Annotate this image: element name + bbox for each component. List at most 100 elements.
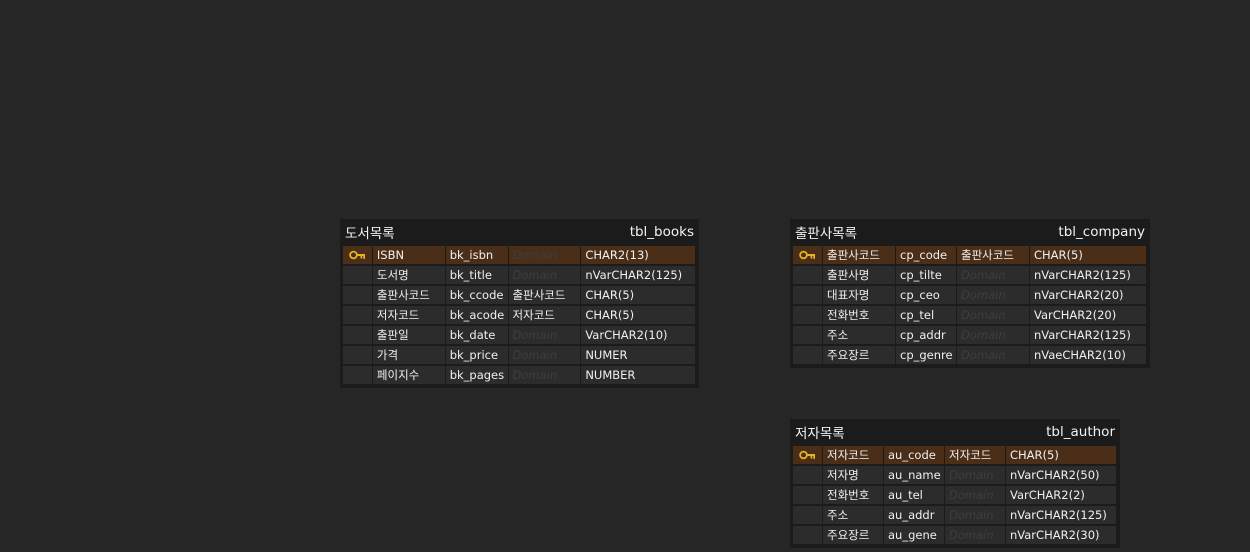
column-physical-name[interactable]: au_gene	[884, 526, 944, 544]
column-logical-name[interactable]: ISBN	[372, 246, 445, 264]
column-physical-name[interactable]: au_name	[884, 466, 944, 484]
column-row[interactable]: 저자코드 au_code 저자코드 CHAR(5)	[793, 445, 1117, 465]
column-domain[interactable]: 저자코드	[945, 446, 1005, 464]
column-data-type[interactable]: VarCHAR2(20)	[1030, 306, 1146, 324]
column-row[interactable]: 주소 au_addr Domain nVarCHAR2(125)	[793, 505, 1117, 525]
column-data-type[interactable]: NUMBER	[581, 366, 695, 384]
column-domain[interactable]: Domain	[945, 506, 1005, 524]
column-logical-name[interactable]: 저자명	[823, 466, 883, 484]
column-row[interactable]: 주요장르 au_gene Domain nVarCHAR2(30)	[793, 525, 1117, 545]
column-physical-name[interactable]: au_code	[884, 446, 944, 464]
column-data-type[interactable]: nVaeCHAR2(10)	[1030, 346, 1146, 364]
diagram-canvas[interactable]: 도서목록 tbl_books ISBN bk_isbn Domain CHAR2(13…	[0, 0, 1250, 552]
column-row[interactable]: 출판일 bk_date Domain VarCHAR2(10)	[343, 325, 696, 345]
column-physical-name[interactable]: cp_genre	[896, 346, 956, 364]
column-data-type[interactable]: NUMER	[581, 346, 695, 364]
column-physical-name[interactable]: bk_price	[445, 346, 508, 364]
column-physical-name[interactable]: cp_tilte	[896, 266, 956, 284]
column-domain[interactable]: Domain	[945, 526, 1005, 544]
column-row[interactable]: 출판사명 cp_tilte Domain nVarCHAR2(125)	[793, 265, 1147, 285]
column-physical-name[interactable]: cp_addr	[896, 326, 956, 344]
entity-logical-name: 도서목록	[345, 226, 395, 242]
column-domain[interactable]: Domain	[945, 486, 1005, 504]
column-domain[interactable]: Domain	[508, 366, 581, 384]
column-domain[interactable]: Domain	[957, 326, 1029, 344]
column-icon-cell	[343, 346, 372, 364]
column-data-type[interactable]: nVarCHAR2(125)	[581, 266, 695, 284]
column-domain[interactable]: Domain	[957, 346, 1029, 364]
column-data-type[interactable]: nVarCHAR2(125)	[1006, 506, 1116, 524]
column-physical-name[interactable]: bk_acode	[445, 306, 508, 324]
column-domain[interactable]: 출판사코드	[957, 246, 1029, 264]
column-data-type[interactable]: VarCHAR2(2)	[1006, 486, 1116, 504]
column-logical-name[interactable]: 출판사코드	[823, 246, 895, 264]
column-logical-name[interactable]: 저자코드	[823, 446, 883, 464]
column-domain[interactable]: Domain	[957, 266, 1029, 284]
column-logical-name[interactable]: 출판사코드	[372, 286, 445, 304]
entity-header[interactable]: 도서목록 tbl_books	[343, 219, 696, 245]
column-logical-name[interactable]: 전화번호	[823, 486, 883, 504]
column-physical-name[interactable]: cp_ceo	[896, 286, 956, 304]
column-row[interactable]: 전화번호 cp_tel Domain VarCHAR2(20)	[793, 305, 1147, 325]
column-data-type[interactable]: nVarCHAR2(20)	[1030, 286, 1146, 304]
column-logical-name[interactable]: 주소	[823, 326, 895, 344]
column-row[interactable]: 대표자명 cp_ceo Domain nVarCHAR2(20)	[793, 285, 1147, 305]
column-row[interactable]: 가격 bk_price Domain NUMER	[343, 345, 696, 365]
column-logical-name[interactable]: 전화번호	[823, 306, 895, 324]
column-logical-name[interactable]: 출판사명	[823, 266, 895, 284]
column-domain[interactable]: 저자코드	[508, 306, 581, 324]
column-icon-cell	[793, 526, 822, 544]
column-data-type[interactable]: CHAR(5)	[581, 306, 695, 324]
column-logical-name[interactable]: 페이지수	[372, 366, 445, 384]
column-row[interactable]: 주요장르 cp_genre Domain nVaeCHAR2(10)	[793, 345, 1147, 365]
column-logical-name[interactable]: 가격	[372, 346, 445, 364]
entity-header[interactable]: 출판사목록 tbl_company	[793, 219, 1147, 245]
column-row[interactable]: 도서명 bk_title Domain nVarCHAR2(125)	[343, 265, 696, 285]
column-data-type[interactable]: nVarCHAR2(50)	[1006, 466, 1116, 484]
column-physical-name[interactable]: bk_date	[445, 326, 508, 344]
column-domain[interactable]: Domain	[508, 266, 581, 284]
column-physical-name[interactable]: au_addr	[884, 506, 944, 524]
column-logical-name[interactable]: 주소	[823, 506, 883, 524]
column-physical-name[interactable]: bk_ccode	[445, 286, 508, 304]
column-data-type[interactable]: CHAR(5)	[581, 286, 695, 304]
column-data-type[interactable]: nVarCHAR2(125)	[1030, 266, 1146, 284]
column-logical-name[interactable]: 대표자명	[823, 286, 895, 304]
column-logical-name[interactable]: 저자코드	[372, 306, 445, 324]
column-domain[interactable]: 출판사코드	[508, 286, 581, 304]
column-data-type[interactable]: nVarCHAR2(125)	[1030, 326, 1146, 344]
column-row[interactable]: 출판사코드 cp_code 출판사코드 CHAR(5)	[793, 245, 1147, 265]
column-physical-name[interactable]: au_tel	[884, 486, 944, 504]
column-logical-name[interactable]: 주요장르	[823, 526, 883, 544]
column-row[interactable]: 전화번호 au_tel Domain VarCHAR2(2)	[793, 485, 1117, 505]
column-row[interactable]: 저자코드 bk_acode 저자코드 CHAR(5)	[343, 305, 696, 325]
column-domain[interactable]: Domain	[508, 246, 581, 264]
column-logical-name[interactable]: 주요장르	[823, 346, 895, 364]
column-data-type[interactable]: CHAR2(13)	[581, 246, 695, 264]
column-row[interactable]: 저자명 au_name Domain nVarCHAR2(50)	[793, 465, 1117, 485]
entity-tbl-company[interactable]: 출판사목록 tbl_company 출판사코드 cp_code 출판사코드 CHAR(…	[790, 219, 1150, 368]
column-data-type[interactable]: VarCHAR2(10)	[581, 326, 695, 344]
column-data-type[interactable]: CHAR(5)	[1030, 246, 1146, 264]
column-domain[interactable]: Domain	[957, 306, 1029, 324]
column-row[interactable]: 출판사코드 bk_ccode 출판사코드 CHAR(5)	[343, 285, 696, 305]
column-physical-name[interactable]: bk_isbn	[445, 246, 508, 264]
column-data-type[interactable]: CHAR(5)	[1006, 446, 1116, 464]
column-row[interactable]: 주소 cp_addr Domain nVarCHAR2(125)	[793, 325, 1147, 345]
column-row[interactable]: ISBN bk_isbn Domain CHAR2(13)	[343, 245, 696, 265]
entity-header[interactable]: 저자목록 tbl_author	[793, 419, 1117, 445]
column-logical-name[interactable]: 도서명	[372, 266, 445, 284]
column-domain[interactable]: Domain	[945, 466, 1005, 484]
entity-tbl-author[interactable]: 저자목록 tbl_author 저자코드 au_code 저자코드 CHAR(5) 저자…	[790, 419, 1120, 548]
column-physical-name[interactable]: cp_tel	[896, 306, 956, 324]
column-domain[interactable]: Domain	[957, 286, 1029, 304]
column-data-type[interactable]: nVarCHAR2(30)	[1006, 526, 1116, 544]
entity-tbl-books[interactable]: 도서목록 tbl_books ISBN bk_isbn Domain CHAR2(13…	[340, 219, 699, 388]
column-domain[interactable]: Domain	[508, 326, 581, 344]
column-physical-name[interactable]: bk_title	[445, 266, 508, 284]
column-logical-name[interactable]: 출판일	[372, 326, 445, 344]
column-physical-name[interactable]: cp_code	[896, 246, 956, 264]
column-domain[interactable]: Domain	[508, 346, 581, 364]
column-row[interactable]: 페이지수 bk_pages Domain NUMBER	[343, 365, 696, 385]
column-physical-name[interactable]: bk_pages	[445, 366, 508, 384]
